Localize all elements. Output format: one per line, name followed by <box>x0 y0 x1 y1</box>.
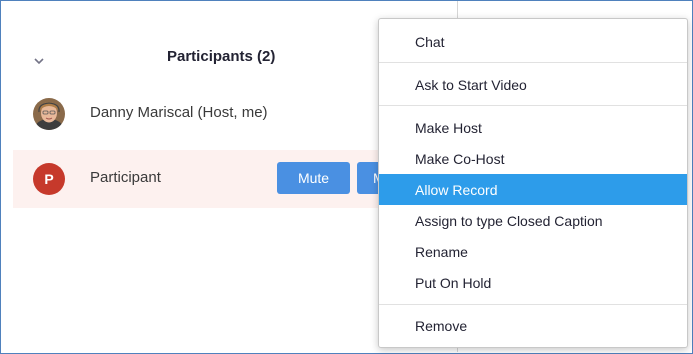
participant-context-menu: Chat Ask to Start Video Make Host Make C… <box>378 18 688 348</box>
menu-item-allow-record[interactable]: Allow Record <box>379 174 687 205</box>
menu-separator <box>379 105 687 106</box>
user-photo-avatar-icon <box>33 98 65 130</box>
participant-name: Participant <box>90 169 161 186</box>
menu-item-assign-closed-caption[interactable]: Assign to type Closed Caption <box>379 205 687 236</box>
menu-item-rename[interactable]: Rename <box>379 236 687 267</box>
menu-item-chat[interactable]: Chat <box>379 26 687 57</box>
menu-item-put-on-hold[interactable]: Put On Hold <box>379 267 687 298</box>
chevron-down-icon[interactable] <box>33 56 45 66</box>
menu-separator <box>379 304 687 305</box>
participant-avatar: P <box>33 163 65 195</box>
menu-item-make-co-host[interactable]: Make Co-Host <box>379 143 687 174</box>
mute-button[interactable]: Mute <box>277 162 350 194</box>
menu-item-ask-to-start-video[interactable]: Ask to Start Video <box>379 69 687 100</box>
participant-name: Danny Mariscal (Host, me) <box>90 104 268 121</box>
menu-item-make-host[interactable]: Make Host <box>379 112 687 143</box>
menu-item-remove[interactable]: Remove <box>379 310 687 341</box>
panel-title: Participants (2) <box>167 48 276 65</box>
menu-separator <box>379 62 687 63</box>
